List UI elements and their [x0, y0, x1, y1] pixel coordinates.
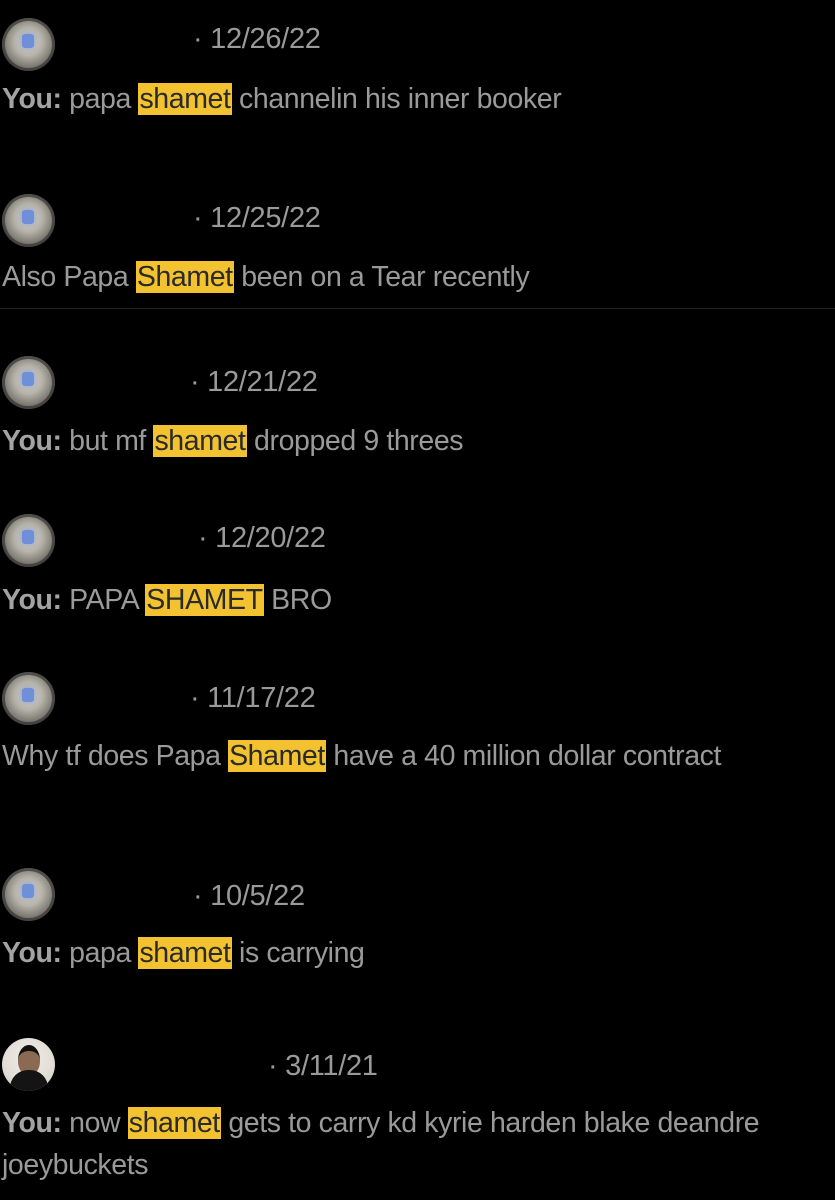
message-text-before: Why tf does Papa: [2, 740, 229, 772]
search-result[interactable]: · 3/11/21 You: now shamet gets to carry …: [0, 1030, 835, 1200]
message-text: Why tf does Papa Shamet have a 40 millio…: [2, 735, 792, 777]
avatar-icon[interactable]: [2, 194, 55, 247]
avatar-rim: [2, 194, 55, 247]
message-text-after: BRO: [263, 584, 332, 616]
sender-label: You:: [2, 425, 62, 457]
message-text: You: PAPA SHAMET BRO: [2, 579, 817, 621]
avatar-icon[interactable]: [2, 18, 55, 71]
message-date: · 12/20/22: [198, 522, 326, 554]
search-result[interactable]: · 10/5/22 You: papa shamet is carrying: [0, 860, 835, 1010]
message-text-before: but mf: [61, 425, 154, 457]
search-match-highlight: Shamet: [135, 261, 234, 293]
search-match-highlight: Shamet: [228, 740, 326, 772]
result-divider: [0, 308, 835, 309]
search-result[interactable]: · 12/25/22 Also Papa Shamet been on a Te…: [0, 180, 835, 308]
message-text: You: papa shamet channelin his inner boo…: [2, 78, 817, 120]
message-date: · 11/17/22: [190, 682, 316, 714]
search-match-highlight: shamet: [153, 425, 247, 457]
search-result[interactable]: · 12/21/22 You: but mf shamet dropped 9 …: [0, 340, 835, 490]
message-text: Also Papa Shamet been on a Tear recently: [2, 256, 817, 298]
sender-label: You:: [2, 1107, 62, 1139]
search-match-highlight: SHAMET: [145, 584, 264, 616]
message-text-after: been on a Tear recently: [233, 261, 530, 293]
avatar-icon[interactable]: [2, 514, 55, 567]
avatar-icon[interactable]: [2, 672, 55, 725]
message-text-after: channelin his inner booker: [231, 83, 562, 115]
message-text-after: have a 40 million dollar contract: [325, 740, 722, 772]
message-date: · 12/25/22: [193, 202, 321, 234]
message-text-before: papa: [61, 83, 139, 115]
sender-label: You:: [2, 584, 62, 616]
avatar-rim: [2, 356, 55, 409]
person-avatar-icon[interactable]: [2, 1038, 55, 1091]
message-date: · 3/11/21: [268, 1050, 378, 1082]
avatar-rim: [2, 514, 55, 567]
avatar-rim: [2, 672, 55, 725]
message-text-before: Also Papa: [2, 261, 136, 293]
message-text-before: PAPA: [61, 584, 146, 616]
message-text-after: is carrying: [231, 937, 365, 969]
avatar-body: [10, 1070, 48, 1091]
search-match-highlight: shamet: [127, 1107, 221, 1139]
message-text-before: papa: [61, 937, 139, 969]
search-result[interactable]: · 12/26/22 You: papa shamet channelin hi…: [0, 0, 835, 160]
sender-label: You:: [2, 937, 62, 969]
avatar-icon[interactable]: [2, 868, 55, 921]
avatar-rim: [2, 18, 55, 71]
message-date: · 10/5/22: [193, 880, 305, 912]
message-date: · 12/21/22: [190, 366, 318, 398]
message-text-after: dropped 9 threes: [246, 425, 464, 457]
search-match-highlight: shamet: [138, 83, 232, 115]
search-match-highlight: shamet: [138, 937, 232, 969]
avatar-icon[interactable]: [2, 356, 55, 409]
message-date: · 12/26/22: [193, 23, 321, 55]
message-text: You: but mf shamet dropped 9 threes: [2, 420, 817, 462]
message-text: You: now shamet gets to carry kd kyrie h…: [2, 1102, 817, 1186]
avatar-rim: [2, 868, 55, 921]
sender-label: You:: [2, 83, 62, 115]
search-result[interactable]: · 12/20/22 You: PAPA SHAMET BRO: [0, 500, 835, 650]
message-text-before: now: [61, 1107, 128, 1139]
message-text: You: papa shamet is carrying: [2, 932, 817, 974]
search-result[interactable]: · 11/17/22 Why tf does Papa Shamet have …: [0, 660, 835, 850]
